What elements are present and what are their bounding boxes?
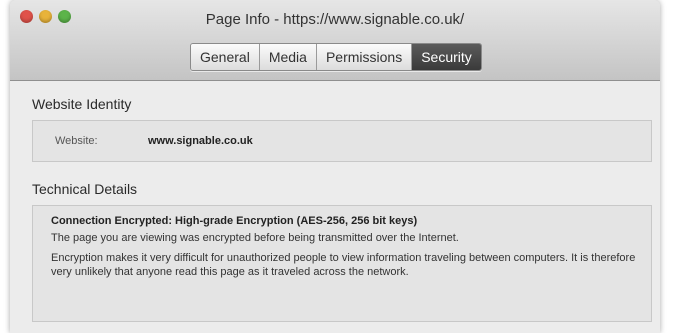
encryption-line-2: Encryption makes it very difficult for u… [51, 252, 636, 278]
titlebar: Page Info - https://www.signable.co.uk/ … [10, 0, 660, 81]
website-identity-box: Website: www.signable.co.uk [32, 120, 652, 162]
tab-bar: General Media Permissions Security [190, 43, 482, 71]
website-label: Website: [55, 135, 98, 147]
page-info-window: Page Info - https://www.signable.co.uk/ … [10, 0, 660, 333]
website-value: www.signable.co.uk [148, 135, 253, 147]
tab-media[interactable]: Media [259, 44, 317, 70]
technical-details-title: Technical Details [32, 181, 138, 197]
tab-permissions[interactable]: Permissions [316, 44, 413, 70]
tab-security[interactable]: Security [412, 44, 481, 70]
technical-details-text: Connection Encrypted: High-grade Encrypt… [51, 214, 651, 285]
tab-general[interactable]: General [191, 44, 260, 70]
technical-details-box: Connection Encrypted: High-grade Encrypt… [32, 205, 652, 322]
encryption-line-1: The page you are viewing was encrypted b… [51, 232, 459, 244]
website-identity-title: Website Identity [32, 96, 132, 112]
encryption-heading: Connection Encrypted: High-grade Encrypt… [51, 215, 418, 227]
window-title: Page Info - https://www.signable.co.uk/ [205, 11, 465, 28]
